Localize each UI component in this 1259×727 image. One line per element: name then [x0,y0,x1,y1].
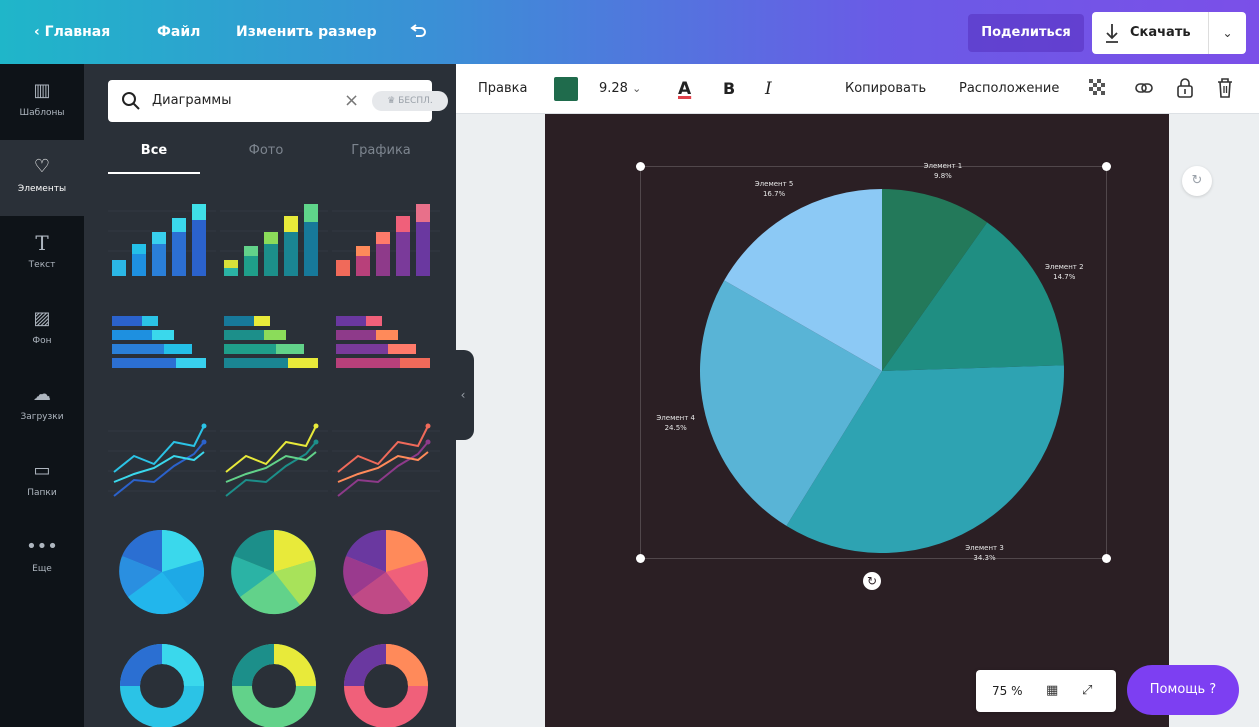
rail-item-folders[interactable]: ▭ Папки [0,444,84,520]
download-button[interactable]: Скачать [1092,12,1208,54]
transparency-icon[interactable] [1089,79,1107,99]
search-input[interactable]: Диаграммы [152,80,232,122]
donut-chart-thumbnail-green[interactable] [220,636,328,727]
zoom-level[interactable]: 75 % [992,670,1023,712]
pie-slice-label: Элемент 5 16.7% [755,179,794,199]
clear-search-icon[interactable]: × [344,80,359,122]
download-icon [1104,12,1120,72]
horizontal-bar-thumbnail-pink[interactable] [332,308,440,400]
rail-item-more[interactable]: ••• Еще [0,520,84,596]
donut-chart-thumbnail-blue[interactable] [108,636,216,727]
pie-slice-percent: 34.3% [973,553,996,562]
resize-button[interactable]: Изменить размер [236,0,377,64]
trash-icon[interactable] [1216,77,1234,99]
italic-icon[interactable]: I [765,64,772,114]
horizontal-bar-thumbnail-blue[interactable] [108,308,216,400]
rail-item-templates[interactable]: ▥ Шаблоны [0,64,84,140]
font-size-value: 9.28 [599,81,628,96]
line-chart-thumbnail-green[interactable] [220,416,328,508]
undo-icon[interactable] [408,22,428,42]
pie-slice-percent: 14.7% [1053,272,1076,281]
search-icon [120,90,142,112]
search-box[interactable]: Диаграммы × ♛ БЕСПЛ. [108,80,448,122]
background-pattern-icon: ▨ [33,308,51,329]
home-label: Главная [44,24,111,40]
pie-chart[interactable] [545,114,1169,727]
arrange-button[interactable]: Расположение [959,64,1059,114]
shapes-icon: ♡ [33,156,51,177]
horizontal-bar-thumbnail-green[interactable] [220,308,328,400]
pie-slice-label: Элемент 4 24.5% [656,413,695,433]
rotate-icon[interactable]: ↻ [863,572,881,590]
tab-all[interactable]: Все [108,140,200,174]
rail-item-elements[interactable]: ♡ Элементы [0,140,84,216]
help-button[interactable]: Помощь ? [1127,665,1239,715]
file-menu[interactable]: Файл [157,0,200,64]
collapse-panel-chevron-icon[interactable]: ‹ [452,350,474,440]
editor-toolbar: Правка 9.28 ⌄ A B I Копировать Расположе… [456,64,1259,114]
grid-view-icon[interactable]: ▦ [1046,670,1058,712]
folder-icon: ▭ [33,460,51,481]
templates-icon: ▥ [33,80,51,101]
pie-slice-name: Элемент 2 [1044,262,1084,271]
more-dots-icon: ••• [26,536,58,557]
pie-slice-percent: 24.5% [664,423,687,432]
pie-chart-thumbnail-green[interactable] [220,526,328,618]
bar-chart-thumbnail-pink[interactable] [332,196,440,288]
pie-slice-name: Элемент 1 [923,161,963,170]
pie-chart-thumbnail-pink[interactable] [332,526,440,618]
cloud-upload-icon: ☁ [33,384,51,405]
home-link[interactable]: ‹ Главная [34,0,110,64]
pie-slice-label: Элемент 2 14.7% [1045,262,1084,282]
color-swatch[interactable] [554,77,578,101]
chevron-down-icon: ⌄ [632,82,642,95]
edit-button[interactable]: Правка [478,64,527,114]
copy-button[interactable]: Копировать [845,64,926,114]
fullscreen-icon[interactable]: ⤢ [1082,670,1092,712]
refresh-icon[interactable]: ↻ [1182,166,1212,196]
line-chart-thumbnail-pink[interactable] [332,416,440,508]
rail-item-uploads[interactable]: ☁ Загрузки [0,368,84,444]
elements-panel: Диаграммы × ♛ БЕСПЛ. Все Фото Графика [84,64,456,727]
pie-chart-thumbnail-blue[interactable] [108,526,216,618]
bar-chart-thumbnail-blue[interactable] [108,196,216,288]
pie-slice-percent: 9.8% [934,171,952,180]
chevron-left-icon: ‹ [34,24,40,40]
panel-tabs: Все Фото Графика [108,140,432,174]
pie-slice-name: Элемент 5 [754,180,794,189]
share-button[interactable]: Поделиться [968,14,1084,52]
free-badge[interactable]: ♛ БЕСПЛ. [372,91,448,111]
pie-slice-name: Элемент 3 [965,543,1004,552]
font-size-select[interactable]: 9.28 ⌄ [599,64,641,114]
rail-item-text[interactable]: T Текст [0,216,84,292]
text-icon: T [35,231,49,255]
pie-slice-label: Элемент 3 34.3% [965,543,1004,563]
tab-photos[interactable]: Фото [220,140,312,174]
download-label: Скачать [1130,25,1191,40]
lock-icon[interactable] [1176,77,1194,99]
pie-slice-name: Элемент 4 [656,413,696,422]
link-icon[interactable] [1134,79,1154,99]
text-color-icon[interactable]: A [678,64,691,114]
left-rail: ▥ Шаблоны ♡ Элементы T Текст ▨ Фон ☁ Заг… [0,64,84,727]
zoom-controls: 75 % ▦ ⤢ [976,670,1116,712]
design-canvas[interactable]: Элемент 1 9.8% Элемент 2 14.7% Элемент 3 34.3… [545,114,1169,727]
bold-icon[interactable]: B [723,64,735,114]
rail-item-background[interactable]: ▨ Фон [0,292,84,368]
top-bar: ‹ Главная Файл Изменить размер Поделитьс… [0,0,1259,64]
bar-chart-thumbnail-green[interactable] [220,196,328,288]
pie-slice-label: Элемент 1 9.8% [924,161,963,181]
donut-chart-thumbnail-pink[interactable] [332,636,440,727]
line-chart-thumbnail-blue[interactable] [108,416,216,508]
tab-graphics[interactable]: Графика [330,140,432,174]
pie-slice-percent: 16.7% [762,190,786,199]
download-options-chevron-icon[interactable]: ⌄ [1208,12,1246,54]
